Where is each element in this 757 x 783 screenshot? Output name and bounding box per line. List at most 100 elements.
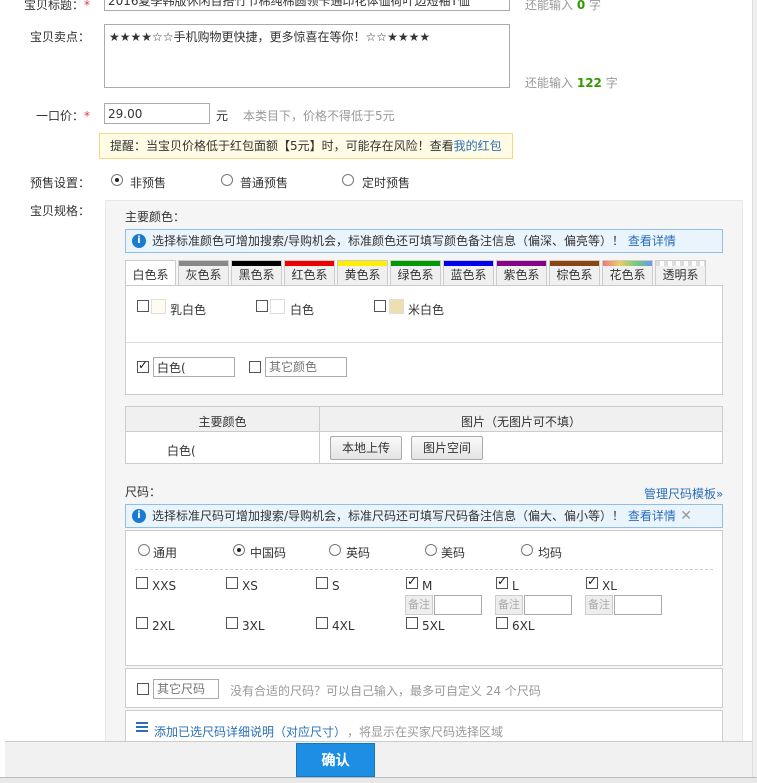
scrollbar[interactable] xyxy=(752,0,757,777)
size-detail-link[interactable]: 添加已选尺码详细说明（对应尺寸） xyxy=(154,723,346,740)
close-icon[interactable]: ✕ xyxy=(680,505,692,527)
tab-red[interactable]: 红色系 xyxy=(284,260,335,286)
size-note-input-l[interactable] xyxy=(524,595,572,615)
selling-point-textarea[interactable]: ★★★★☆☆手机购物更快捷，更多惊喜在等你！☆☆★★★★ xyxy=(104,24,510,88)
size-checkbox-3xl[interactable] xyxy=(226,617,238,629)
other-size-hint: 没有合适的尺码？可以自己输入，最多可自定义 24 个尺码 xyxy=(230,684,541,698)
table-header-color: 主要颜色 xyxy=(198,415,247,429)
size-type-cn: 中国码 xyxy=(250,546,287,560)
size-checkbox-4xl[interactable] xyxy=(316,617,328,629)
table-cell-color: 白色( xyxy=(167,444,196,458)
tab-black[interactable]: 黑色系 xyxy=(231,260,282,286)
bottom-action-bar xyxy=(5,741,753,777)
color-swatch-offwhite xyxy=(389,299,404,314)
size-label-l: L xyxy=(512,579,519,593)
tab-pattern[interactable]: 花色系 xyxy=(602,260,653,286)
presale-label: 预售设置： xyxy=(29,176,90,190)
manage-size-template-link[interactable]: 管理尺码模板» xyxy=(644,485,723,502)
tab-blue[interactable]: 蓝色系 xyxy=(443,260,494,286)
size-label-2xl: 2XL xyxy=(152,619,175,633)
info-icon: i xyxy=(132,509,146,523)
size-checkbox-m[interactable] xyxy=(406,574,418,589)
color-checkbox-milkwhite[interactable] xyxy=(137,300,149,312)
price-warning-text: 提醒：当宝贝价格低于红包面额【5元】时，可能存在风险！查看 xyxy=(110,139,454,153)
table-list-icon xyxy=(136,722,148,732)
color-swatch-milkwhite xyxy=(151,299,166,314)
tab-brown[interactable]: 棕色系 xyxy=(549,260,600,286)
color-options-divider xyxy=(126,342,722,343)
title-input[interactable] xyxy=(104,0,510,11)
size-checkbox-xl[interactable] xyxy=(586,574,598,589)
size-label-5xl: 5XL xyxy=(422,619,445,633)
custom-color-input[interactable] xyxy=(153,357,235,377)
tab-purple[interactable]: 紫色系 xyxy=(496,260,547,286)
size-checkbox-s[interactable] xyxy=(316,577,328,589)
size-checkbox-xs[interactable] xyxy=(226,577,238,589)
table-header-image: 图片（无图片可不填） xyxy=(460,415,581,429)
bottom-taskbar xyxy=(0,777,757,783)
color-info-text: 选择标准颜色可增加搜索/导购机会，标准颜色还可填写颜色备注信息（偏深、偏亮等）！ xyxy=(152,234,625,248)
tab-green[interactable]: 绿色系 xyxy=(390,260,441,286)
size-type-free: 均码 xyxy=(538,546,563,560)
size-type-radio-cn[interactable] xyxy=(233,544,245,556)
size-type-radio-us[interactable] xyxy=(425,544,437,556)
size-label-3xl: 3XL xyxy=(242,619,265,633)
size-label-xl: XL xyxy=(602,579,617,593)
size-dashed-divider xyxy=(135,569,713,570)
presale-radio-normal[interactable] xyxy=(221,174,233,186)
other-color-input[interactable] xyxy=(265,357,347,377)
size-label-xs: XS xyxy=(242,579,258,593)
size-type-radio-general[interactable] xyxy=(138,544,150,556)
size-checkbox-2xl[interactable] xyxy=(136,617,148,629)
price-input[interactable] xyxy=(104,103,210,124)
tab-yellow[interactable]: 黄色系 xyxy=(337,260,388,286)
upload-local-button[interactable]: 本地上传 xyxy=(330,436,402,460)
image-space-button[interactable]: 图片空间 xyxy=(411,436,483,460)
size-checkbox-xxs[interactable] xyxy=(136,577,148,589)
size-checkbox-6xl[interactable] xyxy=(496,617,508,629)
color-label-offwhite: 米白色 xyxy=(408,303,445,317)
color-swatch-white xyxy=(270,299,285,314)
title-remaining: 还能输入 0 字 xyxy=(525,0,602,12)
other-size-input[interactable] xyxy=(153,679,219,699)
info-icon: i xyxy=(132,234,146,248)
price-hint: 本类目下，价格不得低于5元 xyxy=(243,109,395,123)
color-label-white: 白色 xyxy=(290,303,315,317)
spec-label: 宝贝规格： xyxy=(29,204,90,218)
size-label-6xl: 6XL xyxy=(512,619,535,633)
color-checkbox-white[interactable] xyxy=(256,300,268,312)
my-redpacket-link[interactable]: 我的红包 xyxy=(454,139,502,153)
size-type-radio-free[interactable] xyxy=(521,544,533,556)
size-type-radio-uk[interactable] xyxy=(329,544,341,556)
presale-option-none: 非预售 xyxy=(130,176,167,190)
size-checkbox-5xl[interactable] xyxy=(406,617,418,629)
other-size-checkbox[interactable] xyxy=(137,683,149,695)
size-label-4xl: 4XL xyxy=(332,619,355,633)
other-color-checkbox[interactable] xyxy=(249,361,261,373)
size-type-us: 美码 xyxy=(441,546,466,560)
presale-radio-none[interactable] xyxy=(111,174,123,186)
presale-radio-timed[interactable] xyxy=(342,174,354,186)
size-note-label-xl: 备注 xyxy=(585,595,613,615)
size-info-link[interactable]: 查看详情 xyxy=(628,509,676,523)
color-label-milkwhite: 乳白色 xyxy=(170,303,207,317)
presale-option-timed: 定时预售 xyxy=(362,176,411,190)
custom-color-checkbox[interactable] xyxy=(137,358,149,373)
tab-white[interactable]: 白色系 xyxy=(125,260,176,286)
price-warning: 提醒：当宝贝价格低于红包面额【5元】时，可能存在风险！查看我的红包 xyxy=(99,133,513,159)
size-note-label-m: 备注 xyxy=(405,595,433,615)
size-note-input-xl[interactable] xyxy=(614,595,662,615)
tab-transparent[interactable]: 透明系 xyxy=(655,260,706,286)
selling-point-remaining: 还能输入 122 字 xyxy=(525,76,618,90)
color-checkbox-offwhite[interactable] xyxy=(374,300,386,312)
size-type-general: 通用 xyxy=(153,546,178,560)
size-detail-suffix: ，将显示在买家尺码选择区域 xyxy=(347,725,504,739)
confirm-button[interactable]: 确认 xyxy=(296,743,375,777)
size-checkbox-l[interactable] xyxy=(496,574,508,589)
color-info-link[interactable]: 查看详情 xyxy=(628,234,676,248)
title-label: 宝贝标题：* xyxy=(23,0,90,12)
presale-option-normal: 普通预售 xyxy=(240,176,289,190)
size-note-input-m[interactable] xyxy=(434,595,482,615)
color-info-bar: i 选择标准颜色可增加搜索/导购机会，标准颜色还可填写颜色备注信息（偏深、偏亮等… xyxy=(125,229,723,253)
tab-gray[interactable]: 灰色系 xyxy=(178,260,229,286)
